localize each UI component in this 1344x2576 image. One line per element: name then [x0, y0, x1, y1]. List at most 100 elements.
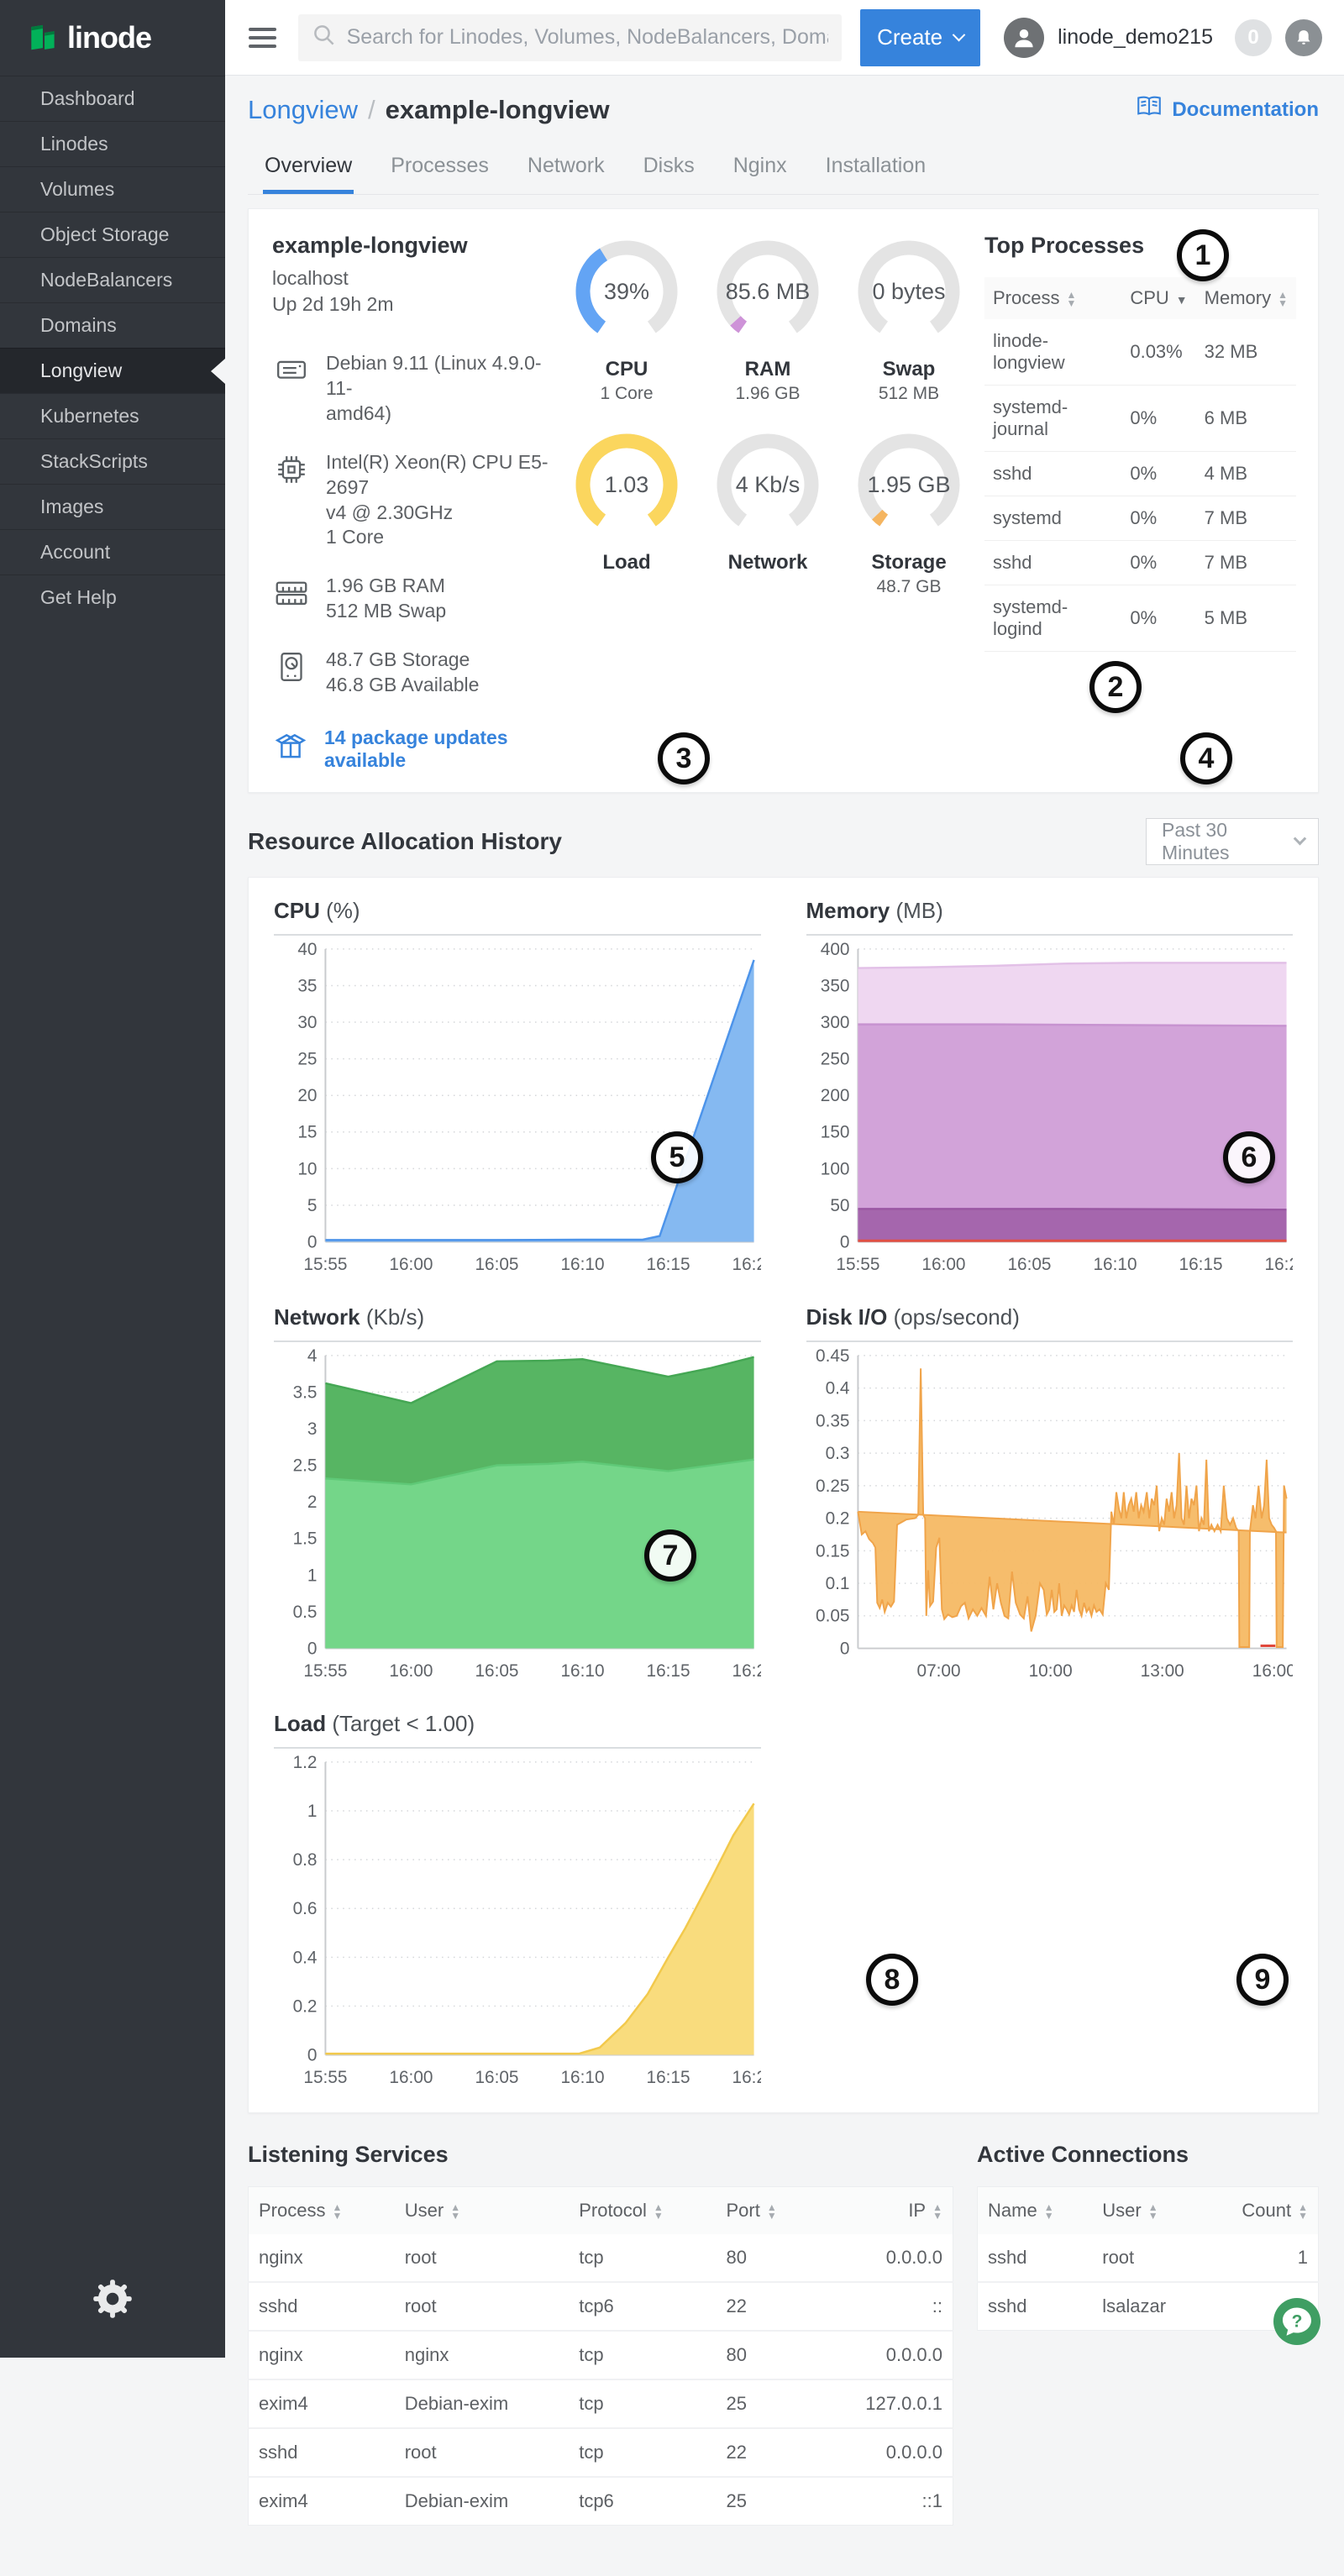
- client-hostname: localhost: [272, 265, 559, 291]
- tab-processes[interactable]: Processes: [389, 145, 491, 194]
- svg-text:1.2: 1.2: [293, 1753, 318, 1772]
- table-row: sshdlsalazar1: [978, 2282, 1319, 2331]
- sidebar-item-dashboard[interactable]: Dashboard: [0, 76, 225, 121]
- sidebar-item-account[interactable]: Account: [0, 529, 225, 574]
- sidebar-item-label: Linodes: [40, 133, 108, 155]
- column-header-cpu[interactable]: CPU▼: [1121, 277, 1195, 319]
- column-header-count[interactable]: Count▲▼: [1204, 2187, 1319, 2235]
- tab-network[interactable]: Network: [526, 145, 606, 194]
- column-header-user[interactable]: User▲▼: [1092, 2187, 1203, 2235]
- gauge-swap: 0 bytesSwap512 MB: [842, 236, 976, 404]
- svg-text:2.5: 2.5: [293, 1456, 318, 1476]
- svg-text:0.3: 0.3: [825, 1444, 849, 1463]
- package-icon: [272, 728, 309, 769]
- column-header-user[interactable]: User▲▼: [395, 2187, 569, 2235]
- table-row: exim4Debian-eximtcp25127.0.0.1: [249, 2379, 953, 2428]
- tab-nginx[interactable]: Nginx: [732, 145, 789, 194]
- column-header-process[interactable]: Process▲▼: [249, 2187, 395, 2235]
- top-processes-table: Process▲▼CPU▼Memory▲▼linode-longview0.03…: [984, 277, 1296, 652]
- listening-services-title: Listening Services: [248, 2142, 953, 2168]
- sidebar-item-stackscripts[interactable]: StackScripts: [0, 438, 225, 484]
- sidebar-item-images[interactable]: Images: [0, 484, 225, 529]
- chart-cpu: CPU (%)051015202530354015:5516:0016:0516…: [274, 898, 761, 1284]
- notifications-bell-icon[interactable]: [1285, 19, 1322, 56]
- svg-text:16:15: 16:15: [1179, 1255, 1222, 1274]
- tab-overview[interactable]: Overview: [263, 145, 354, 194]
- svg-text:10: 10: [297, 1159, 317, 1178]
- column-header-memory[interactable]: Memory▲▼: [1196, 277, 1296, 319]
- sidebar-item-label: Object Storage: [40, 223, 169, 246]
- svg-text:35: 35: [297, 976, 317, 995]
- svg-text:?: ?: [1292, 2312, 1303, 2332]
- column-header-ip[interactable]: IP▲▼: [816, 2187, 953, 2235]
- gauge-title: Storage: [842, 551, 976, 574]
- svg-text:0.05: 0.05: [816, 1607, 849, 1626]
- username-label[interactable]: linode_demo215: [1058, 25, 1213, 50]
- sidebar-item-kubernetes[interactable]: Kubernetes: [0, 393, 225, 438]
- create-button[interactable]: Create: [860, 9, 980, 66]
- chart-svg-cpu: 051015202530354015:5516:0016:0516:1016:1…: [274, 937, 761, 1280]
- svg-text:30: 30: [297, 1013, 317, 1032]
- tab-disks[interactable]: Disks: [642, 145, 696, 194]
- table-row: systemd0%7 MB: [984, 496, 1296, 541]
- column-header-port[interactable]: Port▲▼: [716, 2187, 816, 2235]
- notification-count-badge: 0: [1235, 19, 1272, 56]
- chart-memory: Memory (MB)05010015020025030035040015:55…: [806, 898, 1294, 1284]
- os-icon: [272, 351, 311, 427]
- chart-title: Memory (MB): [806, 898, 1294, 924]
- user-avatar[interactable]: [1004, 18, 1044, 58]
- search-input[interactable]: [347, 25, 829, 50]
- client-uptime: Up 2d 19h 2m: [272, 291, 559, 317]
- page-title: example-longview: [386, 95, 610, 125]
- column-header-name[interactable]: Name▲▼: [978, 2187, 1093, 2235]
- chart-title: CPU (%): [274, 898, 761, 924]
- gauge-load: 1.03Load: [559, 429, 694, 597]
- time-range-select[interactable]: Past 30 Minutes: [1146, 818, 1319, 865]
- sidebar-item-volumes[interactable]: Volumes: [0, 166, 225, 212]
- settings-gear-icon[interactable]: [91, 2277, 134, 2321]
- topbar: Create linode_demo215 0: [225, 0, 1344, 76]
- svg-text:16:05: 16:05: [475, 1661, 518, 1681]
- package-updates-link[interactable]: 14 package updates available: [272, 727, 559, 772]
- svg-text:0: 0: [307, 1232, 318, 1251]
- overview-card: example-longview localhost Up 2d 19h 2m …: [248, 208, 1319, 793]
- svg-text:85.6 MB: 85.6 MB: [726, 279, 811, 304]
- gauge-title: Load: [559, 551, 694, 574]
- spec-ram: 1.96 GB RAM512 MB Swap: [272, 574, 559, 624]
- linode-logo[interactable]: linode: [0, 0, 225, 76]
- sidebar-item-label: Longview: [40, 359, 122, 382]
- svg-text:15:55: 15:55: [303, 2068, 347, 2087]
- gauge-ram: 85.6 MBRAM1.96 GB: [701, 236, 835, 404]
- sidebar-item-nodebalancers[interactable]: NodeBalancers: [0, 257, 225, 302]
- annotation-badge-4: 4: [1180, 732, 1232, 784]
- breadcrumb-longview-link[interactable]: Longview: [248, 95, 358, 125]
- column-header-process[interactable]: Process▲▼: [984, 277, 1121, 319]
- sidebar-item-linodes[interactable]: Linodes: [0, 121, 225, 166]
- help-button[interactable]: ?: [1272, 2296, 1322, 2347]
- sidebar-item-get-help[interactable]: Get Help: [0, 574, 225, 620]
- svg-text:0.2: 0.2: [825, 1509, 849, 1529]
- documentation-link[interactable]: Documentation: [1135, 94, 1319, 125]
- sort-icon: ▲▼: [654, 2203, 664, 2220]
- menu-hamburger-icon[interactable]: [249, 23, 276, 53]
- sidebar-item-longview[interactable]: Longview: [0, 348, 225, 393]
- svg-text:250: 250: [820, 1049, 849, 1068]
- svg-text:0.4: 0.4: [825, 1379, 849, 1398]
- sidebar-item-label: StackScripts: [40, 450, 148, 473]
- tab-installation[interactable]: Installation: [824, 145, 928, 194]
- svg-text:3: 3: [307, 1419, 318, 1439]
- bottom-tables: Listening Services Process▲▼User▲▼Protoc…: [248, 2142, 1319, 2576]
- svg-text:16:10: 16:10: [1093, 1255, 1137, 1274]
- spec-text: Intel(R) Xeon(R) CPU E5-2697v4 @ 2.30GHz…: [326, 450, 559, 551]
- svg-text:350: 350: [820, 976, 849, 995]
- column-header-protocol[interactable]: Protocol▲▼: [569, 2187, 716, 2235]
- sidebar-item-object-storage[interactable]: Object Storage: [0, 212, 225, 257]
- sort-icon: ▲▼: [1278, 291, 1288, 307]
- gauge-cpu: 39%CPU1 Core: [559, 236, 694, 404]
- cpu-icon: [272, 450, 311, 551]
- sidebar-item-domains[interactable]: Domains: [0, 302, 225, 348]
- chart-disk: Disk I/O (ops/second)00.050.10.150.20.25…: [806, 1304, 1294, 1691]
- svg-text:16:15: 16:15: [647, 1661, 690, 1681]
- sort-icon: ▲▼: [1298, 2203, 1308, 2220]
- search-icon: [312, 23, 337, 52]
